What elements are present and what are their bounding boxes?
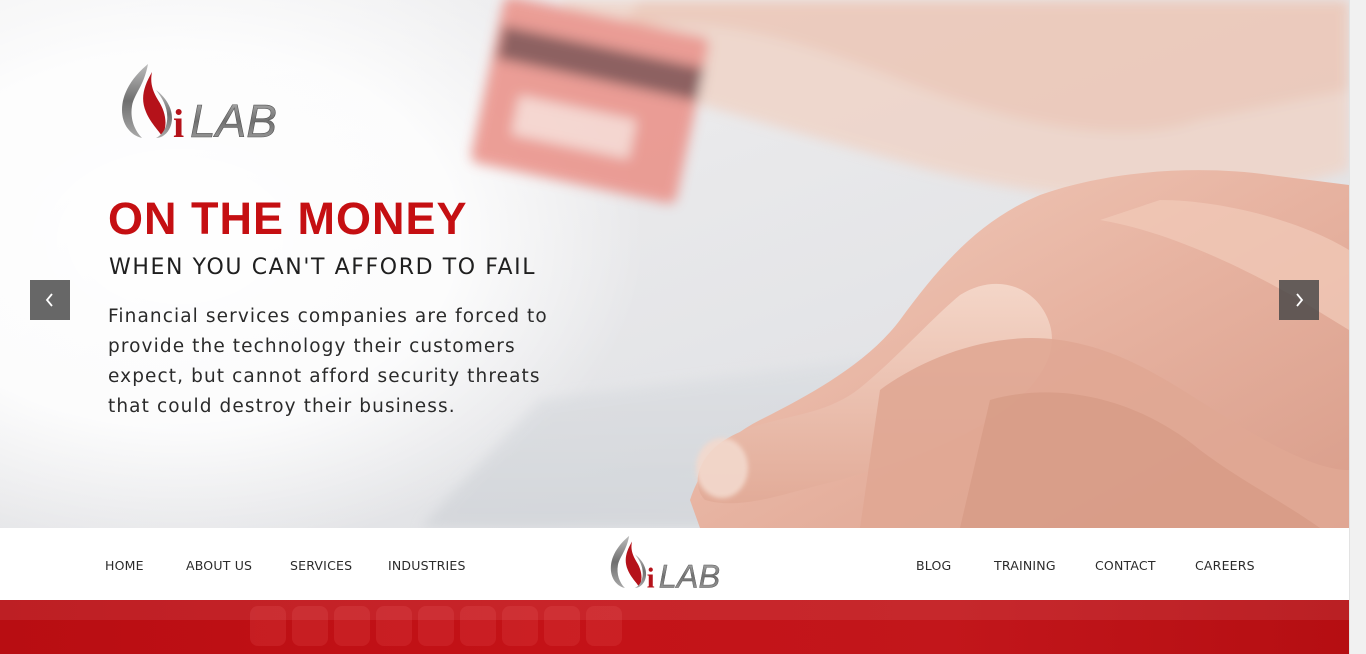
ilab-logo[interactable]: i LAB bbox=[118, 60, 308, 145]
svg-text:LAB: LAB bbox=[659, 558, 720, 593]
nav-services[interactable]: SERVICES bbox=[290, 558, 352, 573]
ilab-nav-logo[interactable]: i LAB bbox=[608, 533, 742, 593]
nav-home[interactable]: HOME bbox=[105, 558, 144, 573]
page: i LAB ON THE MONEY WHEN YOU CAN'T AFFORD… bbox=[0, 0, 1349, 654]
main-nav: HOME ABOUT US SERVICES INDUSTRIES i LAB … bbox=[0, 528, 1349, 600]
nav-careers[interactable]: CAREERS bbox=[1195, 558, 1255, 573]
chevron-left-icon bbox=[45, 293, 53, 307]
nav-industries[interactable]: INDUSTRIES bbox=[388, 558, 466, 573]
svg-text:i: i bbox=[173, 101, 184, 145]
vertical-scrollbar[interactable] bbox=[1349, 0, 1366, 654]
svg-text:LAB: LAB bbox=[190, 95, 277, 145]
nav-contact[interactable]: CONTACT bbox=[1095, 558, 1156, 573]
chevron-right-icon bbox=[1296, 293, 1304, 307]
red-section-background bbox=[0, 600, 1349, 654]
hero-title: ON THE MONEY bbox=[108, 193, 468, 244]
nav-training[interactable]: TRAINING bbox=[994, 558, 1056, 573]
nav-blog[interactable]: BLOG bbox=[916, 558, 951, 573]
hero-slider: i LAB ON THE MONEY WHEN YOU CAN'T AFFORD… bbox=[0, 0, 1349, 528]
hero-description: Financial services companies are forced … bbox=[108, 306, 548, 417]
nav-about-us[interactable]: ABOUT US bbox=[186, 558, 252, 573]
svg-text:i: i bbox=[647, 563, 655, 593]
keyboard-texture bbox=[0, 600, 1349, 646]
slider-prev-button[interactable] bbox=[30, 280, 70, 320]
slider-next-button[interactable] bbox=[1279, 280, 1319, 320]
hero-subtitle: WHEN YOU CAN'T AFFORD TO FAIL bbox=[109, 255, 537, 280]
